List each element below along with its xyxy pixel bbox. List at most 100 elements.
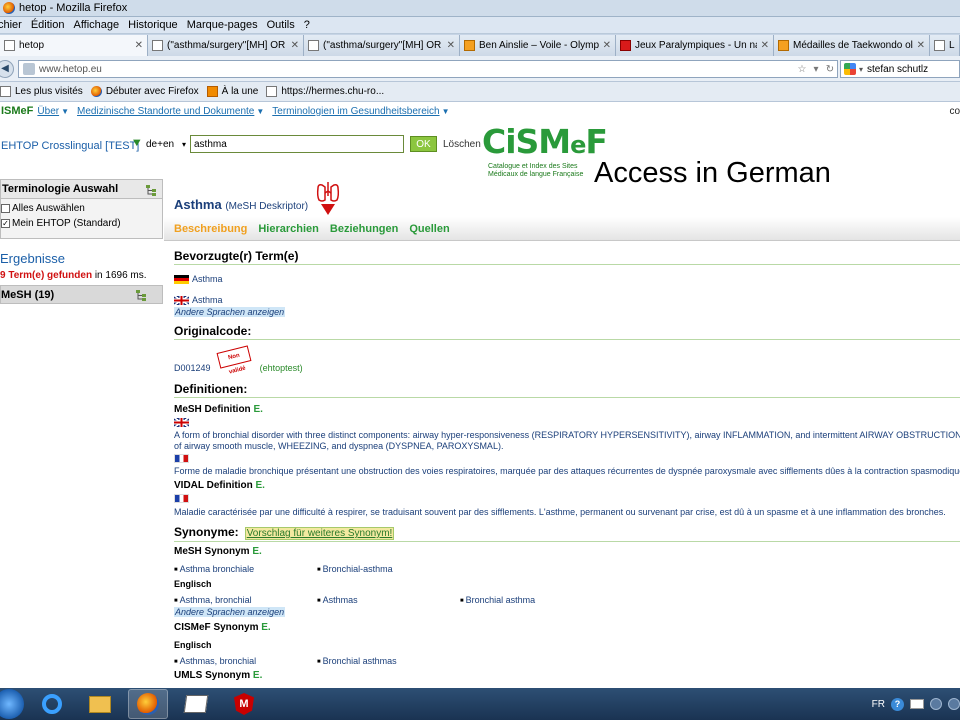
tab-hierarchies[interactable]: Hierarchien	[258, 223, 319, 235]
volume-icon[interactable]	[948, 698, 960, 710]
app-title[interactable]: EHTOP Crosslingual [TEST]	[1, 140, 139, 152]
term-en: Asthma	[174, 295, 223, 306]
bookmark-star-icon[interactable]: ☆	[795, 64, 809, 75]
bookmark-getting-started[interactable]: Débuter avec Firefox	[90, 86, 199, 97]
caret-down-icon[interactable]: ▼	[61, 107, 69, 116]
close-icon[interactable]: ✕	[603, 40, 611, 51]
tab-bar: hetop ✕ ("asthma/surgery"[MH] OR ((("a..…	[0, 34, 960, 56]
checkbox-checked[interactable]: ✓	[1, 219, 10, 228]
bookmark-headlines[interactable]: À la une	[206, 86, 258, 97]
orange-icon	[778, 40, 789, 51]
english-label: Englisch	[174, 640, 212, 650]
back-button[interactable]: ◀	[0, 59, 14, 78]
start-button[interactable]	[0, 689, 24, 719]
google-icon[interactable]	[844, 63, 856, 75]
menu-history[interactable]: Historique	[128, 19, 178, 31]
synonym-item: Asthma, bronchial	[174, 595, 252, 605]
arrow-left-icon: ◀	[1, 63, 9, 74]
firefox-icon	[3, 2, 15, 14]
term-de: Asthma	[174, 274, 223, 285]
other-languages-link[interactable]: Andere Sprachen anzeigen	[174, 607, 286, 617]
definitions-heading: Definitionen:	[174, 382, 960, 398]
menu-tools[interactable]: Outils	[267, 19, 295, 31]
menu-help[interactable]: ?	[304, 19, 310, 31]
url-bar[interactable]: www.hetop.eu ☆ ▾ ↻	[18, 60, 838, 78]
synonym-item: Bronchial-asthma	[317, 564, 393, 574]
close-icon[interactable]: ✕	[761, 40, 769, 51]
page-icon	[308, 40, 319, 51]
mesh-definition-title: MeSH Definition E.	[174, 404, 263, 415]
result-group-mesh[interactable]: MeSH (19)	[0, 285, 163, 304]
tab-description[interactable]: Beschreibung	[174, 223, 247, 235]
nav-about[interactable]: Über	[37, 106, 59, 117]
taskbar-explorer[interactable]	[80, 689, 120, 719]
suggest-synonym-link[interactable]: Vorschlag für weiteres Synonym!	[244, 527, 395, 540]
menu-file[interactable]: chier	[0, 19, 22, 31]
page-icon	[0, 86, 11, 97]
tab-sources[interactable]: Quellen	[409, 223, 449, 235]
dropdown-icon[interactable]: ▾	[809, 64, 823, 75]
tab-list[interactable]: List	[930, 35, 960, 56]
site-brand[interactable]: ISMeF	[1, 105, 33, 117]
close-icon[interactable]: ✕	[447, 40, 455, 51]
search-text[interactable]: stefan schutlz	[867, 64, 928, 75]
help-icon[interactable]: ?	[891, 697, 904, 711]
taskbar-ie[interactable]	[32, 689, 72, 719]
rss-icon	[206, 86, 218, 97]
tree-icon[interactable]	[145, 184, 157, 196]
menu-view[interactable]: Affichage	[73, 19, 119, 31]
close-icon[interactable]: ✕	[291, 40, 299, 51]
language-arrow-icon: ⯆	[132, 136, 142, 150]
close-icon[interactable]: ✕	[917, 40, 925, 51]
left-sidebar: Terminologie Auswahl Alles Auswählen ✓ M…	[0, 179, 163, 409]
code-value[interactable]: D001249	[174, 363, 211, 373]
url-text[interactable]: www.hetop.eu	[39, 64, 795, 75]
synonym-item: Bronchial asthmas	[317, 656, 397, 666]
vidal-definition-title: VIDAL Definition E.	[174, 480, 265, 491]
bookmark-hermes[interactable]: https://hermes.chu-ro...	[266, 86, 384, 97]
tab-jeux-paralympiques[interactable]: Jeux Paralympiques - Un nageur ... ✕	[616, 35, 774, 56]
network-icon[interactable]	[930, 698, 942, 710]
bookmark-most-visited[interactable]: Les plus visités	[0, 86, 83, 97]
site-identity-icon[interactable]	[23, 63, 35, 75]
reload-icon[interactable]: ↻	[823, 64, 837, 75]
synonym-item: Asthma bronchiale	[174, 564, 255, 574]
tree-icon[interactable]	[135, 289, 147, 301]
windows-taskbar: M FR ?	[0, 688, 960, 720]
tab-medailles[interactable]: Médailles de Taekwondo olympi... ✕	[774, 35, 930, 56]
option-select-all[interactable]: Alles Auswählen	[1, 203, 162, 214]
french-flag-icon	[174, 494, 189, 504]
taskbar-firefox[interactable]	[128, 689, 168, 719]
dropdown-icon[interactable]: ▾	[859, 65, 863, 74]
code-source: (ehtoptest)	[259, 363, 303, 373]
concept-detail: Asthma (MeSH Deskriptor) Beschreibung Hi…	[164, 102, 960, 688]
language-indicator[interactable]: FR	[872, 699, 885, 710]
taskbar-mcafee[interactable]: M	[224, 689, 264, 719]
option-my-ehtop[interactable]: ✓ Mein EHTOP (Standard)	[1, 218, 162, 229]
cismef-synonym-title: CISMeF Synonym E.	[174, 622, 271, 633]
other-languages-link[interactable]: Andere Sprachen anzeigen	[174, 307, 286, 317]
original-code-heading: Originalcode:	[174, 324, 960, 340]
tab-pubmed-1[interactable]: ("asthma/surgery"[MH] OR ((("a... ✕	[148, 35, 304, 56]
close-icon[interactable]: ✕	[135, 40, 143, 51]
terminology-options: Alles Auswählen ✓ Mein EHTOP (Standard)	[0, 199, 163, 239]
tab-pubmed-2[interactable]: ("asthma/surgery"[MH] OR ((("a... ✕	[304, 35, 460, 56]
concept-title: Asthma (MeSH Deskriptor)	[174, 197, 309, 212]
page-icon	[934, 40, 945, 51]
vidal-definition-fr: Maladie caractérisée par une difficulté …	[174, 507, 946, 517]
menu-edit[interactable]: Édition	[31, 19, 65, 31]
internet-explorer-icon	[42, 694, 62, 714]
taskbar-media[interactable]	[176, 689, 216, 719]
window-title: hetop - Mozilla Firefox	[19, 2, 128, 14]
menu-bookmarks[interactable]: Marque-pages	[187, 19, 258, 31]
tab-relations[interactable]: Beziehungen	[330, 223, 398, 235]
tab-ben-ainslie[interactable]: Ben Ainslie – Voile - Olympique ... ✕	[460, 35, 616, 56]
blank-page-icon	[266, 86, 278, 97]
tab-hetop[interactable]: hetop ✕	[0, 35, 148, 56]
german-flag-icon	[174, 275, 189, 285]
search-box[interactable]: ▾ stefan schutlz	[840, 60, 960, 78]
action-center-flag-icon[interactable]	[910, 699, 924, 709]
page-content: ISMeF Über ▼ Medizinische Standorte und D…	[0, 102, 960, 688]
checkbox[interactable]	[1, 204, 10, 213]
bookmarks-toolbar: Les plus visités Débuter avec Firefox À …	[0, 82, 960, 102]
